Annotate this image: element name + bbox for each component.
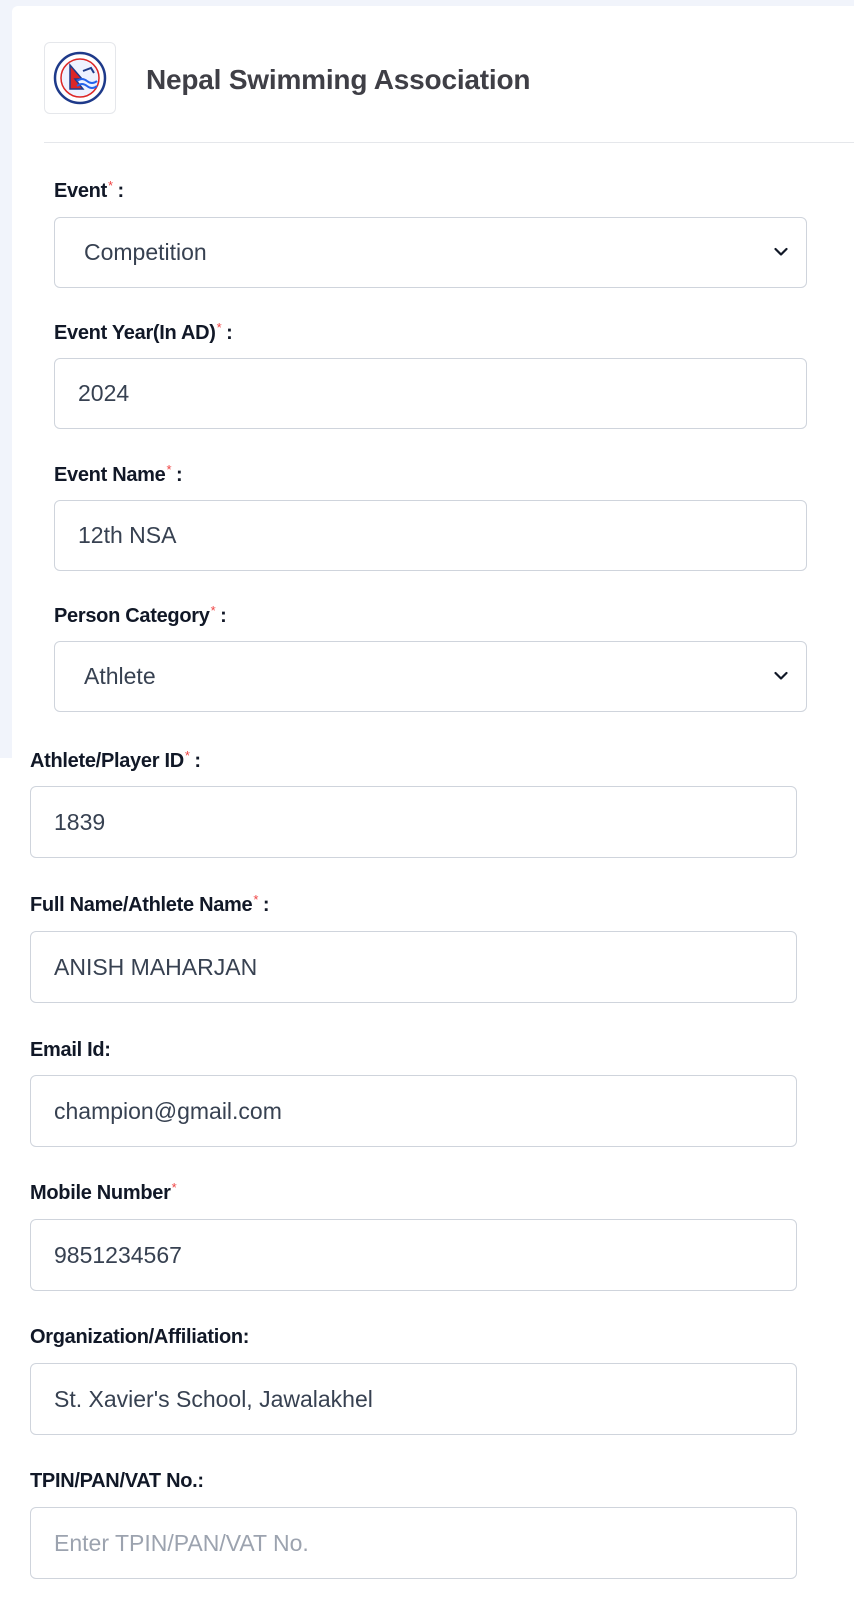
full-name-input[interactable]: ANISH MAHARJAN: [30, 931, 797, 1003]
full-name-label: Full Name/Athlete Name* :: [30, 892, 270, 916]
email-value: champion@gmail.com: [54, 1097, 282, 1124]
event-label: Event* :: [54, 178, 124, 202]
brand-header: Nepal Swimming Association: [44, 42, 854, 143]
athlete-id-label: Athlete/Player ID* :: [30, 748, 201, 772]
required-marker: *: [171, 1180, 177, 1195]
tpin-input[interactable]: Enter TPIN/PAN/VAT No.: [30, 1507, 797, 1579]
chevron-down-icon: [774, 247, 788, 256]
event-year-input[interactable]: 2024: [54, 358, 807, 429]
event-year-value: 2024: [78, 380, 130, 406]
chevron-down-icon: [774, 671, 788, 680]
required-marker: *: [166, 462, 172, 477]
person-category-value: Athlete: [84, 663, 156, 689]
mobile-label: Mobile Number*: [30, 1180, 177, 1204]
event-name-label: Event Name* :: [54, 462, 183, 486]
mobile-value: 9851234567: [54, 1241, 182, 1268]
event-select[interactable]: Competition: [54, 217, 807, 288]
event-year-label: Event Year(In AD)* :: [54, 320, 233, 344]
person-category-label: Person Category* :: [54, 603, 227, 627]
athlete-id-input[interactable]: 1839: [30, 786, 797, 858]
mobile-number-input[interactable]: 9851234567: [30, 1219, 797, 1291]
brand-title: Nepal Swimming Association: [146, 64, 531, 95]
organization-label: Organization/Affiliation:: [30, 1326, 250, 1348]
page: Nepal Swimming Association Event* : Comp…: [0, 0, 854, 1624]
organization-value: St. Xavier's School, Jawalakhel: [54, 1385, 373, 1412]
organization-input[interactable]: St. Xavier's School, Jawalakhel: [30, 1363, 797, 1435]
required-marker: *: [210, 603, 216, 618]
athlete-id-value: 1839: [54, 808, 106, 835]
tpin-placeholder: Enter TPIN/PAN/VAT No.: [54, 1529, 309, 1556]
email-label: Email Id:: [30, 1039, 111, 1061]
required-marker: *: [107, 178, 114, 193]
required-marker: *: [216, 320, 222, 335]
event-select-value: Competition: [84, 239, 207, 265]
tpin-label: TPIN/PAN/VAT No.:: [30, 1470, 204, 1492]
event-name-input[interactable]: 12th NSA: [54, 500, 807, 571]
full-name-value: ANISH MAHARJAN: [54, 953, 258, 980]
required-marker: *: [253, 892, 259, 907]
email-field[interactable]: champion@gmail.com: [30, 1075, 797, 1147]
person-category-select[interactable]: Athlete: [54, 641, 807, 712]
required-marker: *: [184, 748, 190, 763]
event-name-value: 12th NSA: [78, 522, 177, 548]
nepal-swimming-association-logo-icon: [53, 51, 107, 105]
association-logo: [44, 42, 116, 114]
